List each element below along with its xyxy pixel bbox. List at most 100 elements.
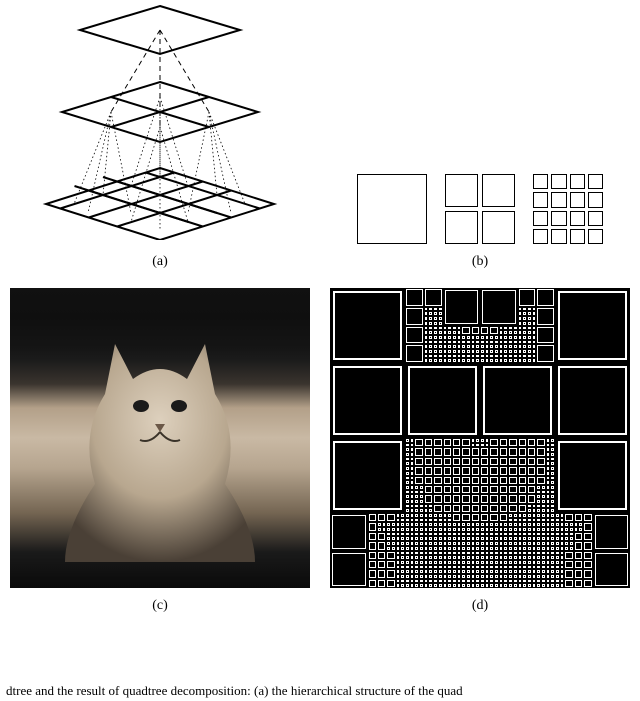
quadtree-cell [565,533,568,536]
grid-levels-row [357,119,603,244]
quadtree-cell [425,514,428,517]
quadtree-cell [453,570,456,573]
quadtree-cell [415,547,418,550]
quadtree-cell [551,486,554,489]
quadtree-cell [425,575,428,578]
quadtree-cell [500,561,503,564]
quadtree-cell [378,570,385,577]
quadtree-cell [537,580,540,583]
quadtree-cell [429,542,432,545]
quadtree-cell [556,514,559,517]
quadtree-cell [444,448,451,455]
quadtree-cell [458,345,461,348]
quadtree-cell [537,458,544,465]
grid-cell [533,192,548,207]
quadtree-cell [523,350,526,353]
quadtree-cell [411,584,414,587]
quadtree-cell [537,533,540,536]
quadtree-cell [509,523,512,526]
grid-cell [570,192,585,207]
quadtree-cell [551,528,554,531]
quadtree-cell [519,317,522,320]
quadtree-cell [500,448,507,455]
quadtree-cell [476,552,479,555]
quadtree-cell [453,458,460,465]
quadtree-cell [547,505,550,508]
quadtree-cell [415,533,418,536]
quadtree-cell [429,350,432,353]
quadtree-cell [504,355,507,358]
quadtree-cell [411,439,414,442]
quadtree-cell [420,570,423,573]
quadtree-cell [392,547,395,550]
quadtree-cell [406,584,409,587]
quadtree-cell [411,580,414,583]
quadtree-cell [547,533,550,536]
quadtree-cell [434,359,437,362]
quadtree-cell [434,537,437,540]
quadtree-cell [519,570,522,573]
quadtree-cell [551,481,554,484]
quadtree-cell [500,580,503,583]
quadtree-cell [439,566,442,569]
quadtree-cell [444,547,447,550]
quadtree-cell [547,481,550,484]
quadtree-cell [523,317,526,320]
quadtree-cell [462,327,469,334]
quadtree-cell [453,566,456,569]
quadtree-cell [570,542,573,545]
quadtree-cell [425,547,428,550]
quadtree-cell [383,523,386,526]
quadtree-cell [333,366,402,435]
quadtree-cell [537,509,540,512]
quadtree-cell [565,528,568,531]
grid-cell [482,211,515,244]
quadtree-cell [500,327,503,330]
quadtree-cell [500,345,503,348]
quadtree-cell [462,477,469,484]
quadtree-cell [533,542,536,545]
quadtree-cell [500,486,507,493]
quadtree-cell [523,341,526,344]
quadtree-cell [528,350,531,353]
quadtree-cell [429,561,432,564]
quadtree-cell [429,345,432,348]
quadtree-cell [401,566,404,569]
quadtree-cell [514,341,517,344]
quadtree-cell [472,505,479,512]
quadtree-cell [425,355,428,358]
quadtree-cell [444,495,451,502]
quadtree-cell [528,514,531,517]
quadtree-cell [397,528,400,531]
quadtree-cell [519,580,522,583]
quadtree-cell [453,467,460,474]
quadtree-cell [575,561,582,568]
quadtree-cell [425,317,428,320]
quadtree-cell [411,462,414,465]
quadtree-cell [528,331,531,334]
quadtree-cell [444,345,447,348]
quadtree-cell [523,322,526,325]
quadtree-cell [387,514,394,521]
quadtree-cell [472,514,479,521]
quadtree-cell [481,439,484,442]
quadtree-cell [439,542,442,545]
quadtree-cell [444,355,447,358]
quadtree-cell [509,477,516,484]
quadtree-cell [439,317,442,320]
quadtree-cell [528,355,531,358]
quadtree-cell [434,580,437,583]
quadtree-cell [537,547,540,550]
grid-cell [551,174,566,189]
quadtree-cell [429,355,432,358]
quadtree-cell [458,331,461,334]
quadtree-cell [523,556,526,559]
quadtree-cell [411,537,414,540]
quadtree-cell [523,542,526,545]
quadtree-cell [425,458,432,465]
quadtree-cell [467,355,470,358]
quadtree-cell [434,312,437,315]
quadtree-cell [509,341,512,344]
quadtree-cell [425,322,428,325]
quadtree-cell [476,575,479,578]
